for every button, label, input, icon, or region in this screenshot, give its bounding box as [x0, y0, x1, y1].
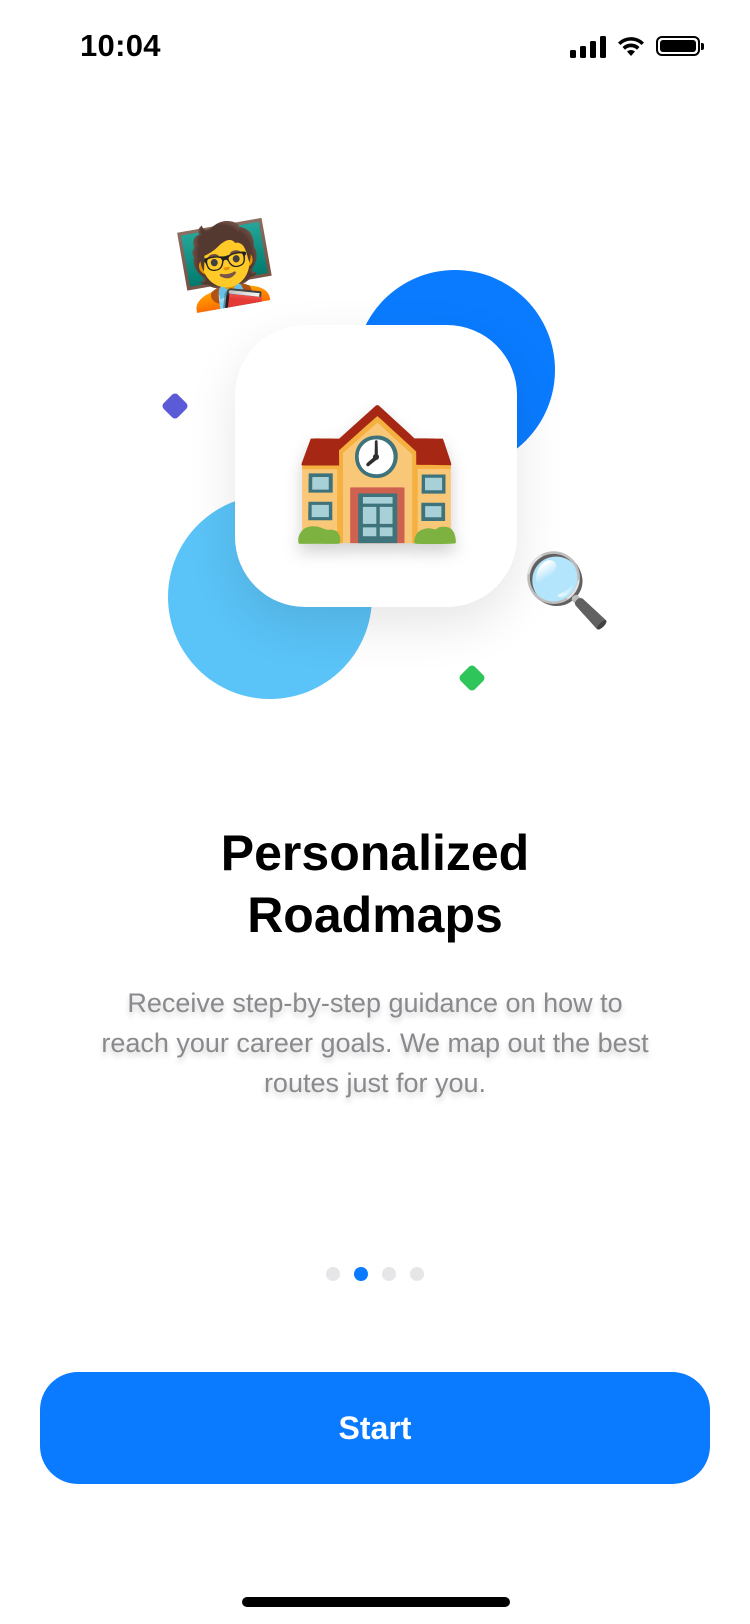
- page-dot-4[interactable]: [410, 1267, 424, 1281]
- status-bar: 10:04: [0, 0, 750, 96]
- start-button[interactable]: Start: [40, 1372, 710, 1484]
- wifi-icon: [618, 37, 644, 56]
- page-dot-2-active[interactable]: [354, 1267, 368, 1281]
- magnifier-icon: 🔍: [522, 551, 612, 631]
- status-icons: [570, 32, 704, 60]
- onboarding-title: Personalized Roadmaps: [220, 825, 530, 943]
- page-dot-3[interactable]: [382, 1267, 396, 1281]
- illustration-card: 🏫: [235, 325, 517, 607]
- green-diamond-shape: [457, 663, 487, 693]
- onboarding-description: Receive step-by-step guidance on how to …: [101, 988, 649, 1098]
- teacher-icon: 🧑‍🏫: [171, 212, 283, 316]
- purple-diamond-shape: [160, 391, 190, 421]
- page-dot-1[interactable]: [326, 1267, 340, 1281]
- signal-icon: [570, 34, 606, 58]
- home-indicator[interactable]: [242, 1597, 510, 1607]
- battery-icon: [656, 36, 704, 56]
- page-indicator: [0, 1267, 750, 1281]
- school-icon: 🏫: [288, 387, 464, 544]
- status-time: 10:04: [80, 28, 161, 63]
- onboarding-illustration: 🧑‍🏫 🏫 🔍: [0, 200, 750, 720]
